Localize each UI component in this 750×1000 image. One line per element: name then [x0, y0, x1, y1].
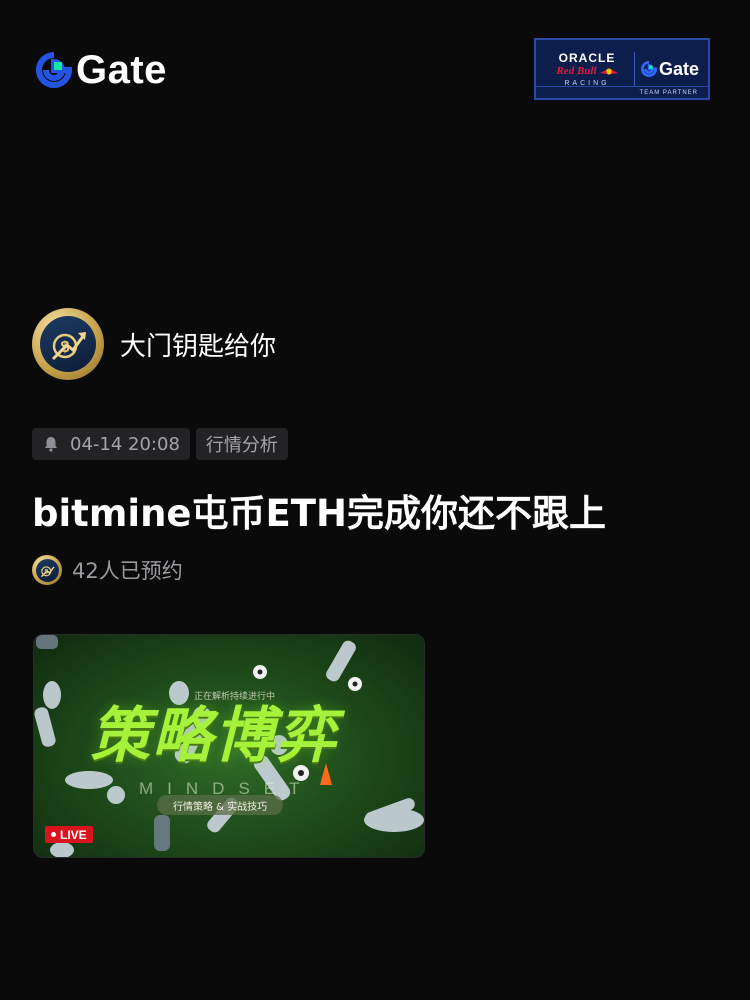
- thumbnail-title: 策略博弈: [90, 701, 338, 771]
- oracle-text: ORACLE: [558, 50, 616, 65]
- reservation-count: 42人已预约: [72, 559, 183, 583]
- badge-gate-logo: Gate: [641, 59, 699, 80]
- team-partner-badge: ORACLE Red Bull RACING Gate TEAM PARTNER: [534, 38, 710, 100]
- gate-logo[interactable]: Gate: [36, 50, 167, 90]
- soccer-ball-icon: [348, 677, 362, 691]
- post-title: bitmine屯币ETH完成你还不跟上: [32, 492, 607, 535]
- reserver-avatar: $: [32, 555, 62, 585]
- schedule-time: 04-14 20:08: [70, 433, 180, 455]
- live-stream-thumbnail[interactable]: 正在解析持续进行中 策略博弈 MINDSET 行情策略 & 实战技巧 LIVE: [33, 634, 425, 858]
- category-label: 行情分析: [205, 435, 278, 456]
- post-page: Gate ORACLE Red Bull RACING Gate TEAM PA…: [0, 0, 750, 1000]
- live-badge: LIVE: [45, 826, 93, 843]
- avatar[interactable]: $: [32, 308, 104, 380]
- bull-icon: [599, 68, 618, 74]
- author-row[interactable]: $ 大门钥匙给你: [32, 308, 276, 380]
- team-partner-label: TEAM PARTNER: [536, 86, 708, 98]
- category-tag[interactable]: 行情分析: [195, 428, 288, 460]
- reservation-count-row: $ 42人已预约: [32, 555, 183, 585]
- dollar-growth-icon: $: [40, 565, 55, 577]
- redbull-text: Red Bull: [556, 64, 597, 77]
- live-dot-icon: [51, 832, 56, 837]
- thumbnail-tagline: 行情策略 & 实战技巧: [157, 795, 284, 815]
- gate-logo-icon: [36, 52, 72, 88]
- badge-gate-text: Gate: [659, 58, 700, 79]
- oracle-redbull-racing-logo: ORACLE Red Bull RACING: [544, 52, 630, 87]
- dollar-growth-icon: $: [51, 332, 86, 361]
- schedule-time-chip: 04-14 20:08: [32, 428, 190, 460]
- badge-divider: [634, 52, 635, 86]
- post-meta: 04-14 20:08 行情分析: [32, 428, 288, 460]
- soccer-ball-icon: [253, 665, 267, 679]
- gate-logo-icon: [641, 61, 657, 77]
- bell-icon: [45, 437, 57, 452]
- brand-name: Gate: [76, 48, 167, 92]
- live-label: LIVE: [60, 827, 87, 842]
- author-name[interactable]: 大门钥匙给你: [120, 326, 276, 363]
